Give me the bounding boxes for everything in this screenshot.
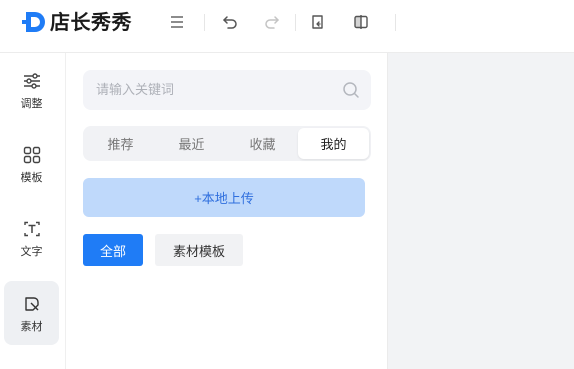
sliders-icon <box>23 73 40 89</box>
sidebar-item-template[interactable]: 模板 <box>4 132 59 196</box>
restore-button[interactable] <box>306 11 328 33</box>
sidebar-item-adjust[interactable]: 调整 <box>4 58 59 122</box>
undo-button[interactable] <box>219 11 241 33</box>
search-box <box>83 70 371 110</box>
left-sidebar: 调整 模板 文字 素材 <box>0 53 66 369</box>
undo-icon <box>223 16 237 29</box>
toolbar-divider <box>295 14 296 31</box>
search-icon[interactable] <box>341 80 361 100</box>
search-input[interactable] <box>83 70 333 110</box>
editor-app: 店长秀秀 调整 模板 文字 素材 请输入关键词 推荐 最近 收藏 我的 +本地上… <box>0 0 574 369</box>
sidebar-item-text[interactable]: 文字 <box>4 206 59 270</box>
menu-button[interactable] <box>166 11 188 33</box>
tab-favorites[interactable]: 收藏 <box>227 128 298 159</box>
menu-icon <box>171 16 183 28</box>
toolbar-divider <box>395 14 396 31</box>
filter-all-button[interactable]: 全部 <box>83 234 143 266</box>
tab-mine[interactable]: 我的 <box>298 128 369 159</box>
template-grid-icon <box>23 146 40 164</box>
redo-button[interactable] <box>261 11 283 33</box>
restore-icon <box>312 15 323 29</box>
filter-material-template-button[interactable]: 素材模板 <box>155 234 243 266</box>
text-icon <box>23 221 40 237</box>
material-tabs: 推荐 最近 收藏 我的 <box>83 126 371 161</box>
top-toolbar: 店长秀秀 <box>0 0 574 53</box>
redo-icon <box>265 16 279 29</box>
material-shapes-icon <box>24 297 39 311</box>
compare-button[interactable] <box>350 11 372 33</box>
material-panel: 推荐 最近 收藏 我的 +本地上传 全部 素材模板 <box>67 53 387 369</box>
tab-recent[interactable]: 最近 <box>156 128 227 159</box>
split-compare-icon <box>354 15 368 29</box>
tab-recommended[interactable]: 推荐 <box>85 128 156 159</box>
app-name: 店长秀秀 <box>50 10 132 34</box>
local-upload-button[interactable]: +本地上传 <box>83 178 365 217</box>
toolbar-divider <box>204 14 205 31</box>
app-logo[interactable]: 店长秀秀 <box>22 9 132 35</box>
sidebar-item-label: 模板 <box>20 171 43 184</box>
logo-mark-icon <box>22 12 45 32</box>
canvas-area[interactable] <box>387 53 574 369</box>
sidebar-item-label: 调整 <box>20 97 43 110</box>
sidebar-item-label: 文字 <box>20 245 43 258</box>
sidebar-item-label: 素材 <box>20 320 43 333</box>
sidebar-item-material[interactable]: 素材 <box>4 281 59 345</box>
